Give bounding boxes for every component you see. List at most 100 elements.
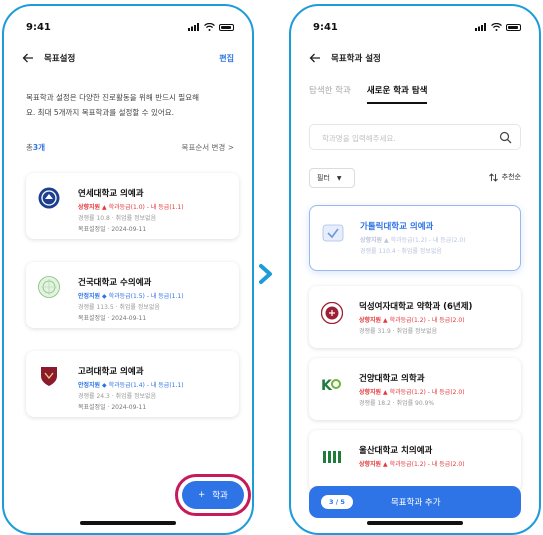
- wifi-icon: [491, 23, 502, 31]
- order-change-link[interactable]: 목표순서 변경 >: [182, 142, 234, 153]
- duksung-logo-icon: [321, 302, 343, 324]
- yonsei-logo-icon: [38, 187, 60, 209]
- department-name: 연세대학교 의예과: [78, 189, 144, 199]
- grade-line: 상향지원 ▲ 학과등급(1.2) - 내 등급(2.0): [359, 315, 465, 324]
- description-line: 목표학과 설정은 다양한 진로활동을 위해 반드시 필요해: [26, 93, 200, 102]
- up-triangle-icon: ▲: [383, 317, 388, 324]
- system-icons: [475, 23, 521, 31]
- department-name: 울산대학교 치의예과: [359, 446, 433, 456]
- progress-badge: 3 / 5: [321, 495, 353, 509]
- sort-label: 추천순: [501, 173, 521, 181]
- count-value: 3개: [32, 143, 46, 152]
- department-card[interactable]: K 건양대학교 의학과 상향지원 ▲ 학과등급(1.2) - 내 등급(2.0)…: [309, 358, 521, 420]
- konkuk-logo-icon: [38, 276, 60, 298]
- description-text: 목표학과 설정은 다양한 진로활동을 위해 반드시 필요해 요. 최대 5개까지…: [26, 90, 234, 120]
- battery-icon: [506, 23, 521, 31]
- risk-label: 상향지원: [359, 317, 382, 324]
- goal-card[interactable]: 건국대학교 수의예과 안정지원 ◆ 학과등급(1.5) - 내 등급(1.1) …: [26, 262, 239, 328]
- grade-text: 학과등급(1.2) - 내 등급(2.0): [389, 317, 465, 324]
- risk-label: 상향지원: [359, 461, 382, 468]
- stats-text: 경쟁률 10.8 · 취업률 정보없음: [78, 215, 157, 222]
- filter-label: 필터: [317, 174, 330, 182]
- home-indicator: [80, 521, 176, 525]
- department-name: 건양대학교 의학과: [359, 374, 425, 384]
- department-card-selected[interactable]: 가톨릭대학교 의예과 상향지원 ▲ 학과등급(1.2) - 내 등급(2.0) …: [309, 205, 521, 271]
- page-title: 목표학과 설정: [331, 54, 381, 64]
- sort-button[interactable]: 추천순: [488, 172, 521, 182]
- korea-univ-logo-icon: [41, 367, 57, 386]
- diamond-icon: ◆: [102, 293, 107, 300]
- department-name: 가톨릭대학교 의예과: [360, 222, 434, 232]
- grade-text: 학과등급(1.5) - 내 등급(1.1): [108, 293, 184, 300]
- add-department-button[interactable]: + 학과: [182, 481, 244, 509]
- grade-line: 상향지원 ▲ 학과등급(1.2) - 내 등급(2.0): [359, 387, 465, 396]
- search-icon[interactable]: [499, 131, 512, 144]
- page-title: 목표설정: [44, 54, 76, 64]
- system-icons: [188, 23, 234, 31]
- add-goal-department-button[interactable]: 3 / 5 목표학과 추가: [309, 486, 521, 518]
- nav-bar: 목표학과 설정: [309, 50, 521, 66]
- grade-text: 학과등급(1.2) - 내 등급(2.0): [390, 237, 466, 244]
- stats-text: 경쟁률 18.2 · 취업률 90.9%: [359, 400, 435, 407]
- department-card[interactable]: 울산대학교 치의예과 상향지원 ▲ 학과등급(1.2) - 내 등급(2.0): [309, 430, 521, 492]
- status-bar: 9:41: [313, 20, 521, 34]
- stats-text: 경쟁률 24.3 · 취업률 정보없음: [78, 393, 157, 400]
- add-department-label: 학과: [212, 491, 228, 501]
- status-time: 9:41: [26, 21, 51, 33]
- phone-explore-departments: 9:41 목표학과 설정 탐색한 학과 새로운 학과 탐색 학과명을 입력해주세…: [289, 4, 541, 535]
- sort-icon: [488, 172, 498, 182]
- grade-line: 안정지원 ◆ 학과등급(1.5) - 내 등급(1.1): [78, 291, 184, 300]
- signal-icon: [188, 23, 199, 31]
- stats-text: 경쟁률 31.9 · 취업률 정보없음: [359, 328, 438, 335]
- department-name: 덕성여자대학교 약학과 (6년제): [359, 302, 473, 312]
- plus-icon: +: [198, 490, 206, 500]
- count-prefix: 총: [26, 143, 33, 152]
- tab-explored[interactable]: 탐색한 학과: [309, 84, 351, 104]
- department-name: 건국대학교 수의예과: [78, 278, 152, 288]
- goal-card[interactable]: 고려대학교 의예과 안정지원 ◆ 학과등급(1.4) - 내 등급(1.1) 경…: [26, 351, 239, 417]
- date-text: 목표설정일 · 2024-09-11: [78, 226, 147, 233]
- search-input[interactable]: 학과명을 입력해주세요.: [309, 124, 521, 150]
- tab-new-explore[interactable]: 새로운 학과 탐색: [366, 84, 428, 104]
- date-text: 목표설정일 · 2024-09-11: [78, 404, 147, 411]
- arrow-left-icon[interactable]: [309, 52, 321, 64]
- add-goal-label: 목표학과 추가: [390, 498, 441, 508]
- status-time: 9:41: [313, 21, 338, 33]
- department-name: 고려대학교 의예과: [78, 367, 144, 377]
- svg-text:K: K: [321, 378, 333, 394]
- check-icon: [322, 224, 344, 242]
- risk-label: 상향지원: [360, 237, 383, 244]
- wifi-icon: [204, 23, 215, 31]
- search-placeholder: 학과명을 입력해주세요.: [322, 134, 396, 143]
- grade-text: 학과등급(1.2) - 내 등급(2.0): [389, 389, 465, 396]
- department-card[interactable]: 덕성여자대학교 약학과 (6년제) 상향지원 ▲ 학과등급(1.2) - 내 등…: [309, 286, 521, 348]
- diamond-icon: ◆: [102, 382, 107, 389]
- caret-down-icon: ▼: [336, 174, 342, 182]
- filter-dropdown[interactable]: 필터 ▼: [309, 168, 355, 188]
- count-row: 총 3개 목표순서 변경 >: [26, 142, 234, 153]
- description-line: 요. 최대 5개까지 목표학과를 설정할 수 있어요.: [26, 108, 175, 117]
- goal-card[interactable]: 연세대학교 의예과 상향지원 ▲ 학과등급(1.0) - 내 등급(1.1) 경…: [26, 173, 239, 239]
- signal-icon: [475, 23, 486, 31]
- grade-line: 상향지원 ▲ 학과등급(1.0) - 내 등급(1.1): [78, 202, 184, 211]
- grade-text: 학과등급(1.2) - 내 등급(2.0): [389, 461, 465, 468]
- phone-goal-settings: 9:41 목표설정 편집 목표학과 설정은 다양한 진로활동을 위해 반드시 필…: [2, 4, 254, 535]
- up-triangle-icon: ▲: [384, 237, 389, 244]
- ulsan-logo-icon: [323, 451, 341, 463]
- grade-text: 학과등급(1.4) - 내 등급(1.1): [108, 382, 184, 389]
- risk-label: 상향지원: [359, 389, 382, 396]
- tab-bar: 탐색한 학과 새로운 학과 탐색: [309, 84, 521, 104]
- grade-line: 상향지원 ▲ 학과등급(1.2) - 내 등급(2.0): [360, 235, 466, 244]
- status-bar: 9:41: [26, 20, 234, 34]
- up-triangle-icon: ▲: [383, 461, 388, 468]
- up-triangle-icon: ▲: [383, 389, 388, 396]
- home-indicator: [367, 521, 463, 525]
- grade-text: 학과등급(1.0) - 내 등급(1.1): [108, 204, 184, 211]
- nav-bar: 목표설정 편집: [22, 50, 234, 66]
- edit-button[interactable]: 편집: [219, 53, 234, 64]
- risk-label: 상향지원: [78, 204, 101, 211]
- risk-label: 안정지원: [78, 382, 101, 389]
- up-triangle-icon: ▲: [102, 204, 107, 211]
- grade-line: 상향지원 ▲ 학과등급(1.2) - 내 등급(2.0): [359, 459, 465, 468]
- arrow-left-icon[interactable]: [22, 52, 34, 64]
